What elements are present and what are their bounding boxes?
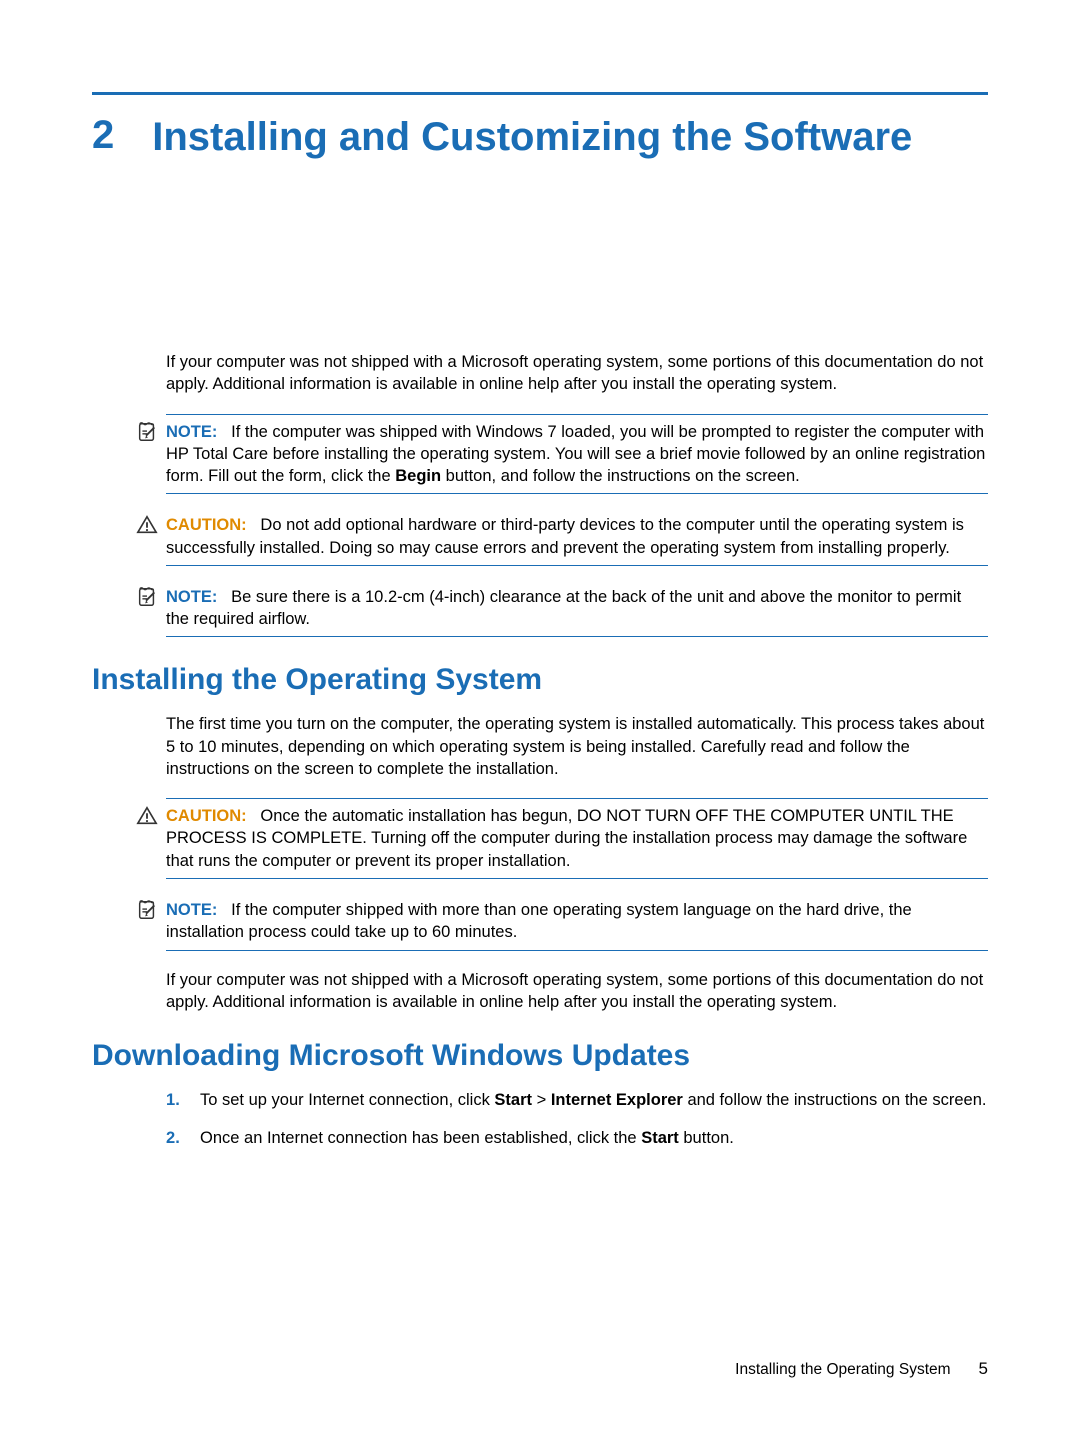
note-text-b: button, and follow the instructions on t… [441,467,800,485]
caution-icon [136,805,158,827]
caution-body: CAUTION: Once the automatic installation… [166,805,988,872]
caution-text: Do not add optional hardware or third-pa… [166,516,964,556]
note-label: NOTE: [166,588,217,606]
note-callout: NOTE: If the computer was shipped with W… [166,414,988,495]
page-footer: Installing the Operating System 5 [735,1359,988,1379]
section-heading-downloading-updates: Downloading Microsoft Windows Updates [92,1039,988,1073]
step-1: To set up your Internet connection, clic… [166,1089,988,1111]
note-callout: NOTE: Be sure there is a 10.2-cm (4-inch… [166,580,988,638]
start-ref: Start [494,1091,532,1109]
install-para-2: If your computer was not shipped with a … [166,969,988,1014]
begin-button-ref: Begin [395,467,441,485]
updates-step-list: To set up your Internet connection, clic… [166,1089,988,1150]
chapter-heading: 2 Installing and Customizing the Softwar… [92,113,988,161]
note-label: NOTE: [166,901,217,919]
note-icon [136,586,158,608]
note-text: Be sure there is a 10.2-cm (4-inch) clea… [166,588,961,628]
caution-body: CAUTION: Do not add optional hardware or… [166,514,988,559]
step2-text-a: Once an Internet connection has been est… [200,1129,641,1147]
caution-label: CAUTION: [166,807,247,825]
intro-paragraph: If your computer was not shipped with a … [166,351,988,396]
note-text: If the computer shipped with more than o… [166,901,912,941]
caution-text: Once the automatic installation has begu… [166,807,967,870]
caution-label: CAUTION: [166,516,247,534]
caution-callout: CAUTION: Once the automatic installation… [166,798,988,879]
note-icon [136,421,158,443]
caution-callout: CAUTION: Do not add optional hardware or… [166,508,988,566]
note-body: NOTE: If the computer was shipped with W… [166,421,988,488]
install-para-1: The first time you turn on the computer,… [166,713,988,780]
note-icon [136,899,158,921]
step1-text-c: and follow the instructions on the scree… [683,1091,987,1109]
section-heading-installing-os: Installing the Operating System [92,663,988,697]
start-button-ref: Start [641,1129,679,1147]
step2-text-c: button. [679,1129,734,1147]
note-callout: NOTE: If the computer shipped with more … [166,893,988,951]
chapter-number: 2 [92,113,114,157]
footer-section-label: Installing the Operating System [735,1361,950,1379]
page-number: 5 [979,1359,988,1379]
step1-gt: > [532,1091,551,1109]
note-body: NOTE: If the computer shipped with more … [166,899,988,944]
note-body: NOTE: Be sure there is a 10.2-cm (4-inch… [166,586,988,631]
note-label: NOTE: [166,423,217,441]
caution-icon [136,514,158,536]
step1-text-a: To set up your Internet connection, clic… [200,1091,494,1109]
chapter-title: Installing and Customizing the Software [152,113,912,161]
internet-explorer-ref: Internet Explorer [551,1091,683,1109]
step-2: Once an Internet connection has been est… [166,1127,988,1149]
